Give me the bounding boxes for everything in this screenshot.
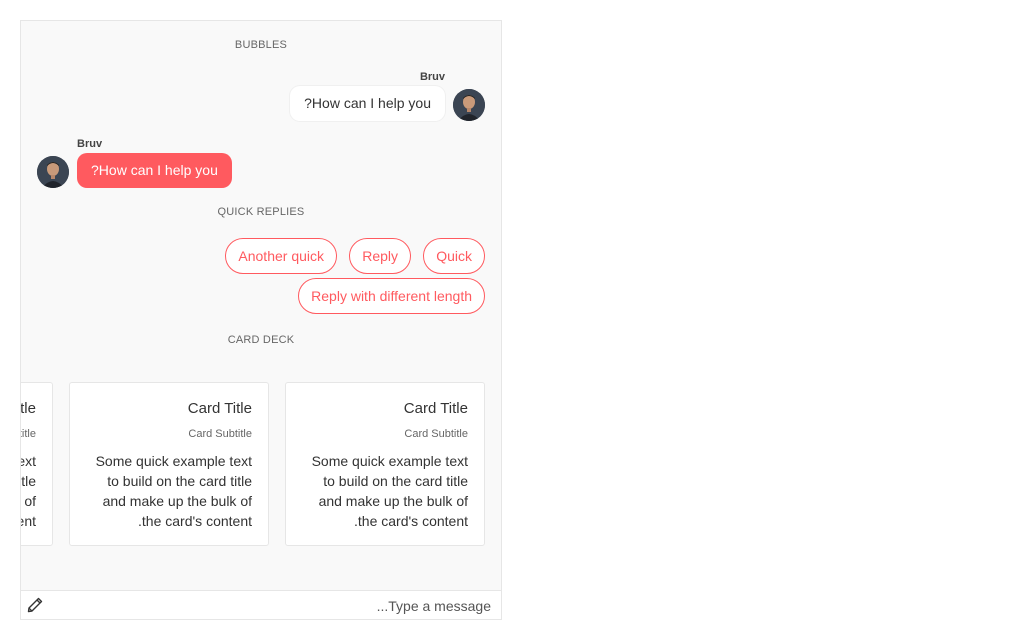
message-input[interactable]	[93, 596, 493, 616]
card-text: Some quick example text to build on the …	[21, 453, 36, 529]
section-label-card-deck: CARD DECK	[227, 334, 295, 346]
card-text: Some quick example text to build on the …	[95, 453, 252, 529]
avatar[interactable]	[453, 89, 485, 121]
user-avatar-icon	[37, 156, 69, 188]
section-label-quick-replies: QUICK REPLIES	[217, 206, 305, 218]
message-author: Bruv	[419, 71, 445, 83]
card-title: Card Title	[20, 400, 36, 417]
card[interactable]: Card Title Card Subtitle Some quick exam…	[20, 382, 53, 546]
section-label-bubbles: BUBBLES	[234, 39, 288, 51]
chat-window: BUBBLES Bruv How can I help you? Bruv Ho…	[20, 20, 502, 620]
card[interactable]: Card Title Card Subtitle Some quick exam…	[285, 382, 485, 546]
message-composer	[21, 590, 501, 619]
quick-reply-button[interactable]: Reply with different length	[298, 278, 485, 314]
card-title: Card Title	[187, 400, 252, 417]
card-subtitle: Card Subtitle	[21, 428, 36, 440]
card-text: Some quick example text to build on the …	[311, 453, 468, 529]
message-bubble: How can I help you?	[77, 153, 232, 188]
message-bubble: How can I help you?	[290, 86, 445, 121]
card-subtitle: Card Subtitle	[188, 428, 252, 440]
avatar[interactable]	[37, 156, 69, 188]
user-avatar-icon	[453, 89, 485, 121]
quick-reply-button[interactable]: Quick	[423, 238, 485, 274]
card-title: Card Title	[403, 400, 468, 417]
card[interactable]: Card Title Card Subtitle Some quick exam…	[69, 382, 269, 546]
quick-reply-button[interactable]: Another quick	[225, 238, 337, 274]
pencil-icon[interactable]	[27, 597, 43, 613]
quick-reply-button[interactable]: Reply	[349, 238, 411, 274]
card-subtitle: Card Subtitle	[404, 428, 468, 440]
message-author: Bruv	[77, 138, 103, 150]
